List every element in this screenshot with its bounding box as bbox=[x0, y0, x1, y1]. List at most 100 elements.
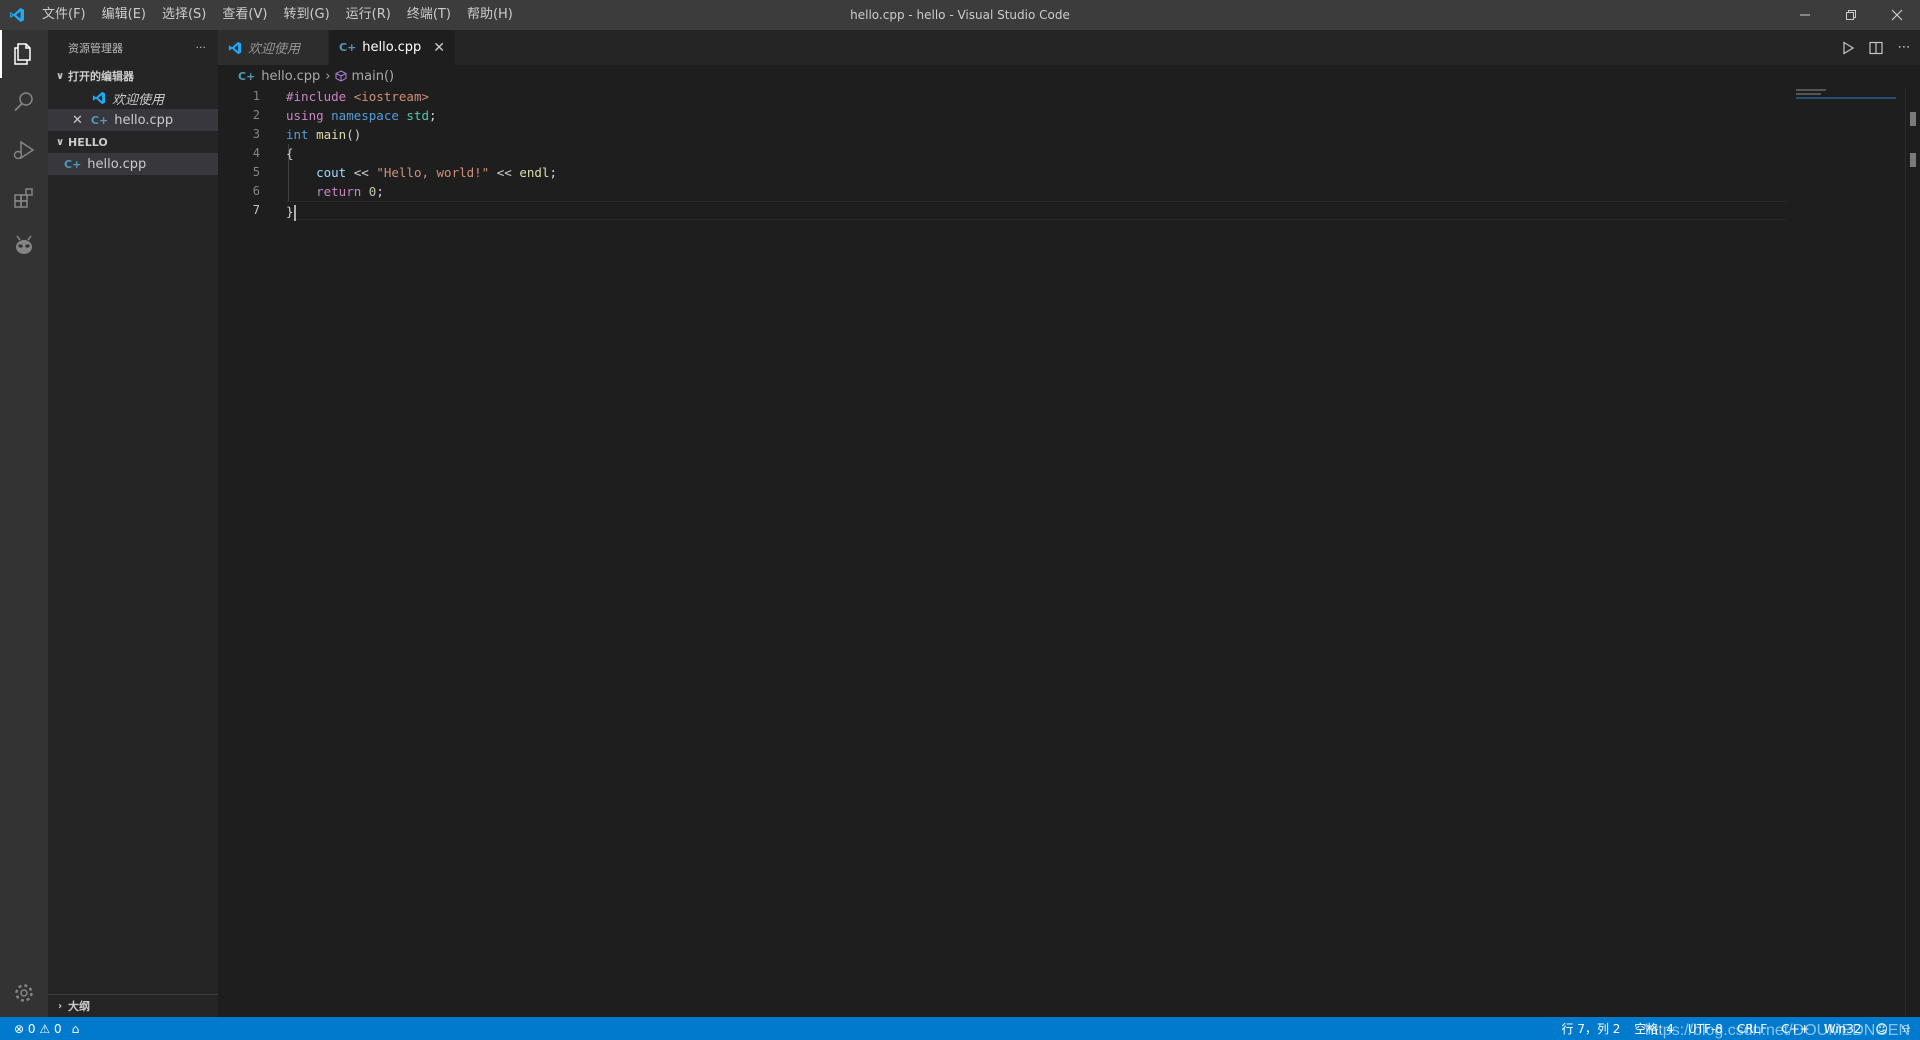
close-window-button[interactable] bbox=[1874, 0, 1920, 30]
alien-extension-button[interactable] bbox=[0, 222, 48, 270]
cursor-position[interactable]: 行 7，列 2 bbox=[1562, 1020, 1621, 1037]
open-editor-label: hello.cpp bbox=[114, 112, 174, 128]
menu-go[interactable]: 转到(G) bbox=[275, 0, 337, 30]
outline-section[interactable]: › 大纲 bbox=[48, 994, 222, 1017]
tab-label: hello.cpp bbox=[362, 40, 422, 55]
vertical-scrollbar[interactable] bbox=[1905, 87, 1920, 1017]
minimap-line bbox=[1796, 93, 1821, 95]
tab-welcome[interactable]: 欢迎使用 bbox=[218, 30, 329, 65]
menu-view[interactable]: 查看(V) bbox=[214, 0, 275, 30]
split-editor-button[interactable] bbox=[1866, 38, 1886, 58]
line-number-gutter: 1 2 3 4 5 6 7 bbox=[218, 87, 260, 220]
code-token: << bbox=[346, 165, 377, 180]
menu-help[interactable]: 帮助(H) bbox=[459, 0, 521, 30]
menu-run[interactable]: 运行(R) bbox=[338, 0, 399, 30]
menu-file[interactable]: 文件(F) bbox=[34, 0, 94, 30]
code-line[interactable]: return 0; bbox=[286, 182, 1786, 201]
code-token: namespace bbox=[331, 108, 407, 123]
line-number: 3 bbox=[252, 127, 260, 141]
folder-label: HELLO bbox=[68, 135, 108, 149]
line-number: 7 bbox=[252, 203, 260, 217]
chevron-down-icon: ∨ bbox=[55, 70, 65, 82]
window-controls bbox=[1782, 0, 1920, 30]
line-number: 1 bbox=[252, 89, 260, 103]
minimap[interactable] bbox=[1796, 87, 1906, 127]
line-number: 6 bbox=[252, 184, 260, 198]
close-icon[interactable]: ✕ bbox=[72, 113, 83, 128]
problems-status[interactable]: ⊗ 0 ⚠ 0 bbox=[14, 1022, 62, 1036]
tab-label: 欢迎使用 bbox=[248, 42, 301, 57]
chevron-right-icon: › bbox=[325, 68, 331, 84]
search-button[interactable] bbox=[0, 78, 48, 126]
code-token: main bbox=[316, 127, 347, 142]
code-token: int bbox=[286, 127, 317, 142]
file-label: hello.cpp bbox=[87, 156, 147, 172]
vscode-icon bbox=[92, 91, 106, 105]
settings-button[interactable] bbox=[0, 969, 48, 1017]
code-token: "Hello, world!" bbox=[376, 165, 490, 180]
more-actions-button[interactable]: ⋯ bbox=[1894, 38, 1914, 58]
restore-button[interactable] bbox=[1828, 0, 1874, 30]
home-icon[interactable]: ⌂ bbox=[72, 1022, 80, 1036]
open-editor-label: 欢迎使用 bbox=[112, 92, 165, 108]
explorer-sidebar: 资源管理器 ··· ∨ 打开的编辑器 欢迎使用 ✕ C+ hello.cpp ∨… bbox=[48, 30, 222, 1017]
search-icon bbox=[14, 92, 33, 112]
menu-bar: 文件(F) 编辑(E) 选择(S) 查看(V) 转到(G) 运行(R) 终端(T… bbox=[34, 0, 521, 30]
warning-icon: ⚠ bbox=[39, 1021, 51, 1036]
code-area[interactable]: #include <iostream> using namespace std; i… bbox=[286, 87, 1786, 221]
code-line[interactable]: cout << "Hello, world!" << endl; bbox=[286, 163, 1786, 182]
code-editor[interactable]: 1234567 #include <iostream> using namespa… bbox=[218, 87, 1920, 1017]
open-editor-item-hello[interactable]: ✕ C+ hello.cpp bbox=[48, 109, 218, 131]
run-button[interactable] bbox=[1838, 38, 1858, 58]
folder-section-hello[interactable]: ∨ HELLO bbox=[48, 131, 218, 153]
extensions-button[interactable] bbox=[0, 174, 48, 222]
extensions-icon bbox=[14, 188, 33, 208]
run-debug-button[interactable] bbox=[0, 126, 48, 174]
code-token: <iostream> bbox=[353, 89, 429, 104]
menu-edit[interactable]: 编辑(E) bbox=[94, 0, 154, 30]
close-icon[interactable]: ✕ bbox=[433, 40, 445, 56]
code-line[interactable]: #include <iostream> bbox=[286, 87, 1786, 106]
tab-hello-cpp[interactable]: C+ hello.cpp ✕ bbox=[329, 30, 457, 65]
open-editor-item-welcome[interactable]: 欢迎使用 bbox=[48, 87, 218, 109]
code-token: ; bbox=[549, 165, 557, 180]
breadcrumb-symbol[interactable]: main() bbox=[351, 69, 394, 84]
explorer-button[interactable] bbox=[0, 30, 48, 78]
scroll-marker bbox=[1910, 112, 1916, 126]
code-line[interactable]: using namespace std; bbox=[286, 106, 1786, 125]
minimap-line bbox=[1796, 89, 1826, 91]
more-actions-icon[interactable]: ··· bbox=[196, 41, 207, 54]
play-icon bbox=[1843, 40, 1855, 55]
cube-icon bbox=[335, 70, 347, 82]
cpp-file-icon: C+ bbox=[339, 41, 357, 54]
outline-label: 大纲 bbox=[68, 1000, 90, 1013]
minimize-button[interactable] bbox=[1782, 0, 1828, 30]
file-item-hello-cpp[interactable]: C+ hello.cpp bbox=[48, 153, 218, 175]
title-bar: 文件(F) 编辑(E) 选择(S) 查看(V) 转到(G) 运行(R) 终端(T… bbox=[0, 0, 1920, 30]
code-line[interactable]: } bbox=[286, 201, 1786, 221]
code-token: std bbox=[406, 108, 429, 123]
code-token: endl bbox=[519, 165, 550, 180]
ellipsis-icon: ⋯ bbox=[1897, 40, 1911, 55]
activity-bar bbox=[0, 30, 48, 1017]
code-token: #include bbox=[286, 89, 354, 104]
line-number: 4 bbox=[252, 146, 260, 160]
cpp-file-icon: C+ bbox=[238, 69, 256, 83]
explorer-title: 资源管理器 bbox=[68, 41, 123, 55]
code-token: cout bbox=[316, 165, 347, 180]
text-cursor bbox=[293, 204, 296, 221]
breadcrumb: C+ hello.cpp › main() bbox=[218, 65, 1920, 87]
split-editor-icon bbox=[1869, 41, 1883, 54]
open-editors-section[interactable]: ∨ 打开的编辑器 bbox=[48, 65, 218, 87]
breadcrumb-file[interactable]: hello.cpp bbox=[261, 69, 320, 84]
code-line[interactable]: { bbox=[286, 144, 1786, 163]
code-token: return bbox=[316, 184, 369, 199]
files-icon bbox=[14, 43, 31, 65]
code-line[interactable]: int main() bbox=[286, 125, 1786, 144]
code-token: ; bbox=[429, 108, 437, 123]
cpp-file-icon: C+ bbox=[64, 157, 82, 171]
menu-terminal[interactable]: 终端(T) bbox=[399, 0, 459, 30]
cpp-file-icon: C+ bbox=[90, 113, 109, 127]
menu-selection[interactable]: 选择(S) bbox=[154, 0, 214, 30]
